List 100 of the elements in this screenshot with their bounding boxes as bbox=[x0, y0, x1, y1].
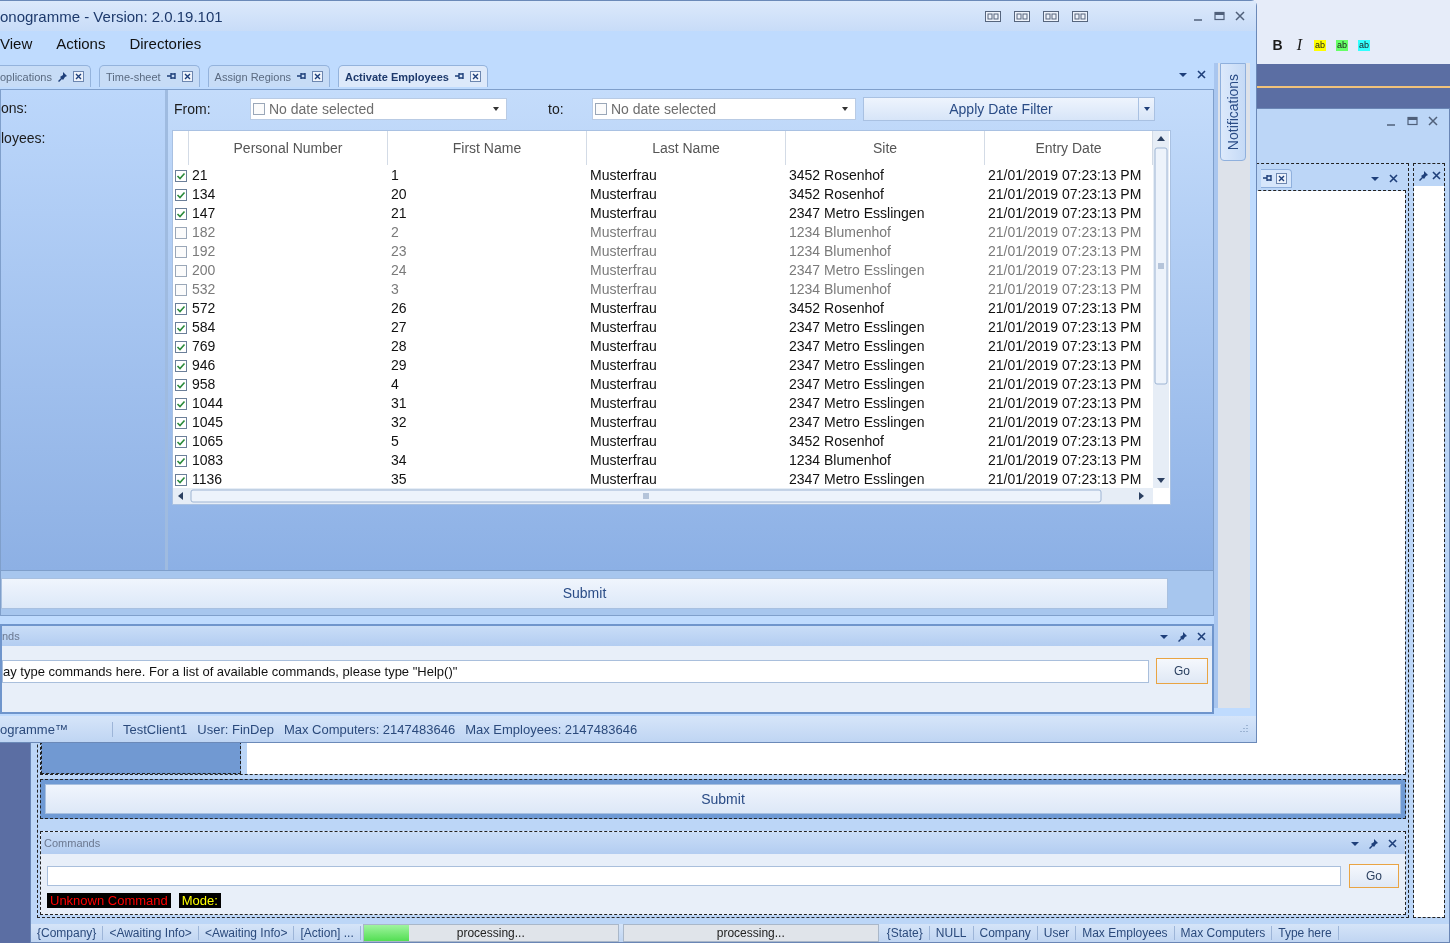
command-field[interactable] bbox=[47, 866, 1341, 886]
submit-button[interactable]: Submit bbox=[45, 784, 1401, 814]
menu-item[interactable]: Actions bbox=[56, 34, 106, 52]
table-cell-text: Musterfrau bbox=[589, 299, 658, 318]
italic-button[interactable]: I bbox=[1294, 38, 1304, 52]
dropdown-icon bbox=[1142, 106, 1151, 112]
table-cell-text: 946 bbox=[191, 356, 217, 375]
layout-icon[interactable] bbox=[1014, 10, 1030, 22]
dropdown-icon[interactable] bbox=[841, 106, 849, 112]
close-icon[interactable] bbox=[1196, 631, 1206, 641]
vertical-scrollbar[interactable] bbox=[1153, 131, 1169, 488]
table-cell-text: 1234 Blumenhof bbox=[788, 451, 892, 470]
close-icon[interactable] bbox=[1428, 115, 1439, 127]
table-cell-text: 200 bbox=[191, 261, 217, 280]
highlight-button[interactable]: ab bbox=[1313, 39, 1326, 51]
status-text: User: FinDep bbox=[197, 721, 274, 737]
bold-button[interactable]: B bbox=[1270, 38, 1285, 52]
layout-icon[interactable] bbox=[985, 10, 1001, 22]
apply-filter-button[interactable]: Apply Date Filter bbox=[863, 97, 1139, 121]
dropdown-icon[interactable] bbox=[1178, 70, 1188, 79]
checkbox[interactable] bbox=[175, 435, 187, 448]
close-icon[interactable] bbox=[1388, 173, 1398, 183]
tab[interactable]: Activate Employees bbox=[338, 65, 488, 87]
highlight-button[interactable]: ab bbox=[1335, 39, 1348, 51]
tab[interactable]: oplications bbox=[0, 65, 91, 87]
checkbox[interactable] bbox=[175, 188, 187, 201]
close-icon[interactable] bbox=[312, 71, 324, 82]
checkbox[interactable] bbox=[175, 302, 187, 315]
go-button[interactable]: Go bbox=[1349, 864, 1399, 888]
command-field[interactable]: ay type commands here. For a list of available commands, please type "Help()" bbox=[2, 659, 1149, 683]
field-label: loyees: bbox=[1, 130, 47, 148]
table-cell-text: 23 bbox=[390, 242, 408, 261]
close-icon[interactable] bbox=[181, 71, 193, 82]
highlight-button[interactable]: ab bbox=[1358, 39, 1370, 51]
menu-item[interactable]: Directories bbox=[129, 34, 202, 52]
tab[interactable]: Assign Regions bbox=[207, 65, 331, 87]
close-icon[interactable] bbox=[469, 71, 481, 82]
table-cell-text: Musterfrau bbox=[589, 432, 658, 451]
column-header[interactable]: Site bbox=[786, 131, 985, 165]
tab[interactable]: Time-sheet bbox=[99, 65, 200, 87]
table-cell-text: Musterfrau bbox=[589, 356, 658, 375]
field-label: ons: bbox=[1, 100, 29, 118]
resize-grip-icon[interactable] bbox=[1238, 724, 1248, 734]
checkbox[interactable] bbox=[175, 226, 187, 239]
table-cell-text: 1 bbox=[390, 166, 400, 185]
table-cell-text: 2347 Metro Esslingen bbox=[788, 470, 926, 488]
table-cell-text: 21/01/2019 07:23:13 PM bbox=[987, 242, 1143, 261]
table-cell-text: 21/01/2019 07:23:13 PM bbox=[987, 204, 1143, 223]
checkbox[interactable] bbox=[175, 207, 187, 220]
column-header[interactable]: Last Name bbox=[587, 131, 786, 165]
maximize-icon[interactable] bbox=[1214, 10, 1225, 22]
checkbox[interactable] bbox=[175, 264, 187, 277]
close-icon[interactable] bbox=[1430, 170, 1441, 180]
close-icon[interactable] bbox=[1387, 838, 1397, 848]
close-icon[interactable] bbox=[1196, 69, 1206, 79]
go-button[interactable]: Go bbox=[1156, 658, 1208, 684]
checkbox[interactable] bbox=[175, 340, 187, 353]
table-cell-text: 21/01/2019 07:23:13 PM bbox=[987, 337, 1143, 356]
table-cell-text: 584 bbox=[191, 318, 217, 337]
status-text: <Awaiting Info> bbox=[198, 926, 295, 940]
dropdown-button[interactable] bbox=[1139, 97, 1155, 121]
table-cell-text: 2347 Metro Esslingen bbox=[788, 394, 926, 413]
notifications-tab[interactable]: Notifications bbox=[1220, 63, 1246, 161]
checkbox[interactable] bbox=[175, 321, 187, 334]
column-header[interactable]: First Name bbox=[388, 131, 587, 165]
close-icon[interactable] bbox=[1235, 10, 1246, 22]
close-icon[interactable] bbox=[73, 71, 84, 82]
tab[interactable] bbox=[1261, 168, 1292, 188]
checkbox[interactable] bbox=[175, 245, 187, 258]
table-cell-text: 2 bbox=[390, 223, 400, 242]
table-cell-text: 20 bbox=[390, 185, 408, 204]
layout-icon[interactable] bbox=[1043, 10, 1059, 22]
table-cell-text: 21/01/2019 07:23:13 PM bbox=[987, 394, 1143, 413]
maximize-icon[interactable] bbox=[1407, 115, 1418, 127]
menu-item[interactable]: View bbox=[0, 34, 33, 52]
checkbox[interactable] bbox=[175, 454, 187, 467]
status-text: Max Employees bbox=[1076, 926, 1175, 940]
checkbox[interactable] bbox=[175, 283, 187, 296]
submit-button[interactable]: Submit bbox=[1, 577, 1168, 609]
table-cell-text: 1234 Blumenhof bbox=[788, 242, 892, 261]
checkbox[interactable] bbox=[175, 473, 187, 486]
table-cell-text: 27 bbox=[390, 318, 408, 337]
checkbox[interactable] bbox=[175, 169, 187, 182]
checkbox[interactable] bbox=[175, 359, 187, 372]
date-field[interactable]: No date selected bbox=[592, 98, 856, 120]
date-field[interactable]: No date selected bbox=[250, 98, 507, 120]
table-cell-text: Musterfrau bbox=[589, 394, 658, 413]
checkbox[interactable] bbox=[595, 103, 607, 115]
checkbox[interactable] bbox=[175, 416, 187, 429]
table-cell-text: Musterfrau bbox=[589, 204, 658, 223]
horizontal-scrollbar[interactable] bbox=[173, 488, 1153, 504]
checkbox[interactable] bbox=[175, 378, 187, 391]
checkbox[interactable] bbox=[175, 397, 187, 410]
dropdown-icon[interactable] bbox=[492, 106, 500, 112]
close-icon[interactable] bbox=[1276, 172, 1287, 184]
table-cell-text: 21/01/2019 07:23:13 PM bbox=[987, 413, 1143, 432]
layout-icon[interactable] bbox=[1072, 10, 1088, 22]
checkbox[interactable] bbox=[253, 103, 265, 115]
table-cell-text: 2347 Metro Esslingen bbox=[788, 318, 926, 337]
column-header[interactable]: Personal Number bbox=[189, 131, 388, 165]
